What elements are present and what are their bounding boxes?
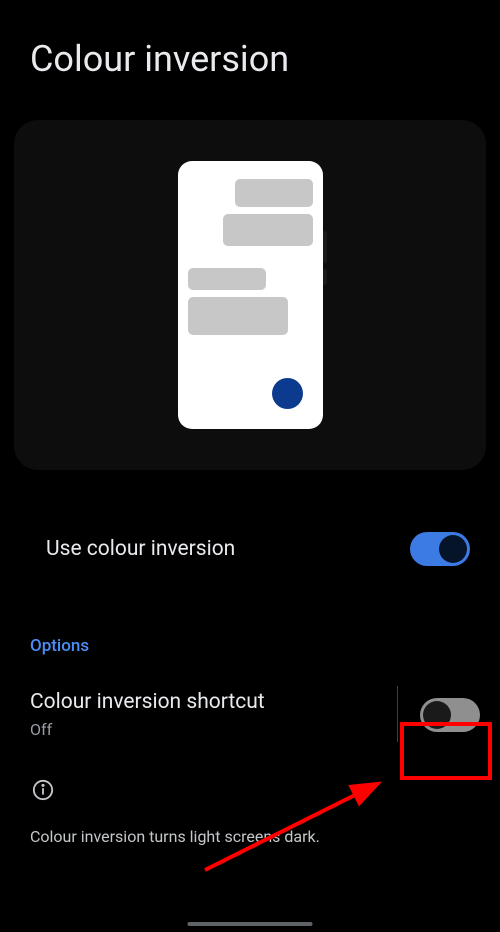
page-title: Colour inversion: [0, 0, 500, 100]
chat-bubble: [223, 214, 313, 246]
use-colour-inversion-row[interactable]: Use colour inversion: [0, 490, 500, 586]
phone-side-button-small: [323, 269, 327, 285]
divider: [397, 686, 398, 742]
shortcut-title: Colour inversion shortcut: [30, 690, 265, 714]
phone-mockup: [178, 161, 323, 429]
use-colour-inversion-toggle[interactable]: [410, 532, 470, 566]
preview-illustration: [14, 120, 486, 470]
toggle-thumb: [423, 701, 451, 729]
chat-bubble: [235, 179, 313, 207]
chat-bubble: [188, 297, 288, 335]
toggle-thumb: [439, 535, 467, 563]
phone-fab-icon: [272, 378, 303, 409]
shortcut-status: Off: [30, 720, 265, 739]
options-section-header: Options: [0, 586, 500, 674]
footer-description: Colour inversion turns light screens dar…: [0, 809, 500, 850]
shortcut-toggle[interactable]: [420, 698, 480, 732]
navigation-bar-indicator[interactable]: [188, 922, 313, 926]
info-icon: [32, 779, 54, 801]
colour-inversion-shortcut-row[interactable]: Colour inversion shortcut Off: [0, 674, 500, 751]
info-row: [0, 751, 500, 809]
chat-bubble: [188, 268, 266, 290]
use-colour-inversion-label: Use colour inversion: [46, 537, 235, 561]
phone-side-button: [323, 231, 327, 263]
